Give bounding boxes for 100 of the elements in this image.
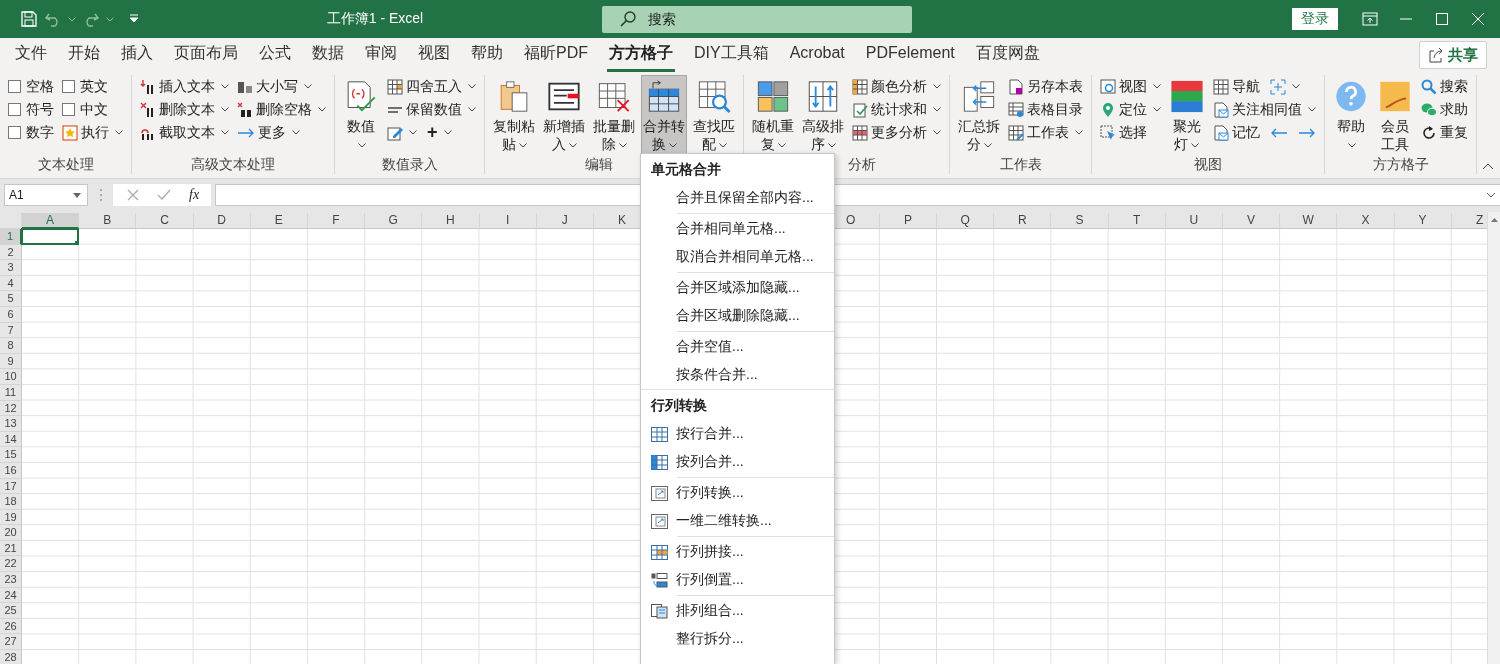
ribbon-tab[interactable]: 开始 bbox=[66, 38, 102, 72]
ribbon-large-button[interactable]: 批量删除 bbox=[591, 75, 637, 154]
ribbon-button[interactable]: 关注相同值 bbox=[1211, 98, 1318, 121]
ribbon-button[interactable]: 插入文本 bbox=[138, 75, 231, 98]
menu-item[interactable]: 合并区域删除隐藏... bbox=[641, 302, 834, 330]
menu-item[interactable]: 合并空值... bbox=[641, 333, 834, 361]
ribbon-button[interactable]: 另存本表 bbox=[1006, 75, 1085, 98]
ribbon-button[interactable]: 执行 bbox=[60, 121, 125, 144]
row-header[interactable]: 1 bbox=[0, 229, 22, 245]
ribbon-button[interactable]: 视图 bbox=[1098, 75, 1163, 98]
row-header[interactable]: 27 bbox=[0, 634, 22, 651]
row-header[interactable]: 8 bbox=[0, 338, 22, 354]
ribbon-button[interactable]: 截取文本 bbox=[138, 121, 231, 144]
ribbon-button[interactable]: 求助 bbox=[1419, 98, 1470, 121]
ribbon-tab[interactable]: PDFelement bbox=[863, 40, 957, 70]
column-header[interactable]: V bbox=[1222, 213, 1281, 229]
share-button[interactable]: 共享 bbox=[1419, 41, 1487, 69]
row-header[interactable]: 23 bbox=[0, 572, 22, 588]
row-header[interactable]: 25 bbox=[0, 603, 22, 619]
checkbox[interactable] bbox=[8, 126, 21, 139]
column-header[interactable]: F bbox=[307, 213, 366, 229]
column-header[interactable]: R bbox=[994, 213, 1052, 229]
row-header[interactable]: 13 bbox=[0, 416, 22, 432]
ribbon-button[interactable]: 工作表 bbox=[1006, 121, 1085, 144]
ribbon-large-button[interactable]: 合并转换 bbox=[641, 75, 687, 154]
column-header[interactable]: Y bbox=[1394, 213, 1452, 229]
ribbon-tab[interactable]: 百度网盘 bbox=[973, 38, 1042, 72]
ribbon-button[interactable]: 删除文本 bbox=[138, 98, 231, 121]
ribbon-large-button[interactable]: 数值 bbox=[341, 75, 381, 154]
row-header[interactable]: 5 bbox=[0, 291, 22, 307]
menu-item[interactable]: 合并且保留全部内容... bbox=[641, 184, 834, 212]
column-header[interactable]: E bbox=[250, 213, 308, 229]
menu-item[interactable]: 排列组合... bbox=[641, 597, 834, 625]
column-header[interactable]: B bbox=[79, 213, 137, 229]
column-header[interactable]: A bbox=[22, 213, 80, 229]
ribbon-button[interactable]: 搜索 bbox=[1419, 75, 1470, 98]
column-header[interactable]: I bbox=[479, 213, 537, 229]
ribbon-large-button[interactable]: 聚光灯 bbox=[1167, 75, 1207, 154]
ribbon-tab[interactable]: 视图 bbox=[416, 38, 452, 72]
menu-item[interactable]: 行列倒置... bbox=[641, 566, 834, 594]
ribbon-tab[interactable]: 公式 bbox=[257, 38, 293, 72]
menu-item[interactable]: 行列转换... bbox=[641, 479, 834, 507]
ribbon-button[interactable]: 大小写 bbox=[235, 75, 328, 98]
menu-item[interactable]: 按列合并... bbox=[641, 448, 834, 476]
checkbox[interactable] bbox=[8, 103, 21, 116]
row-header[interactable]: 28 bbox=[0, 650, 22, 664]
column-header[interactable]: T bbox=[1108, 213, 1166, 229]
column-header[interactable]: X bbox=[1337, 213, 1395, 229]
ribbon-large-button[interactable]: 复制粘贴 bbox=[491, 75, 537, 154]
ribbon-large-button[interactable]: 会员工具 bbox=[1375, 75, 1415, 154]
insert-function-button[interactable]: fx bbox=[189, 187, 200, 203]
column-header[interactable]: J bbox=[536, 213, 594, 229]
checkbox[interactable] bbox=[8, 80, 21, 93]
ribbon-button[interactable]: 重复 bbox=[1419, 121, 1470, 144]
ribbon-tab[interactable]: 插入 bbox=[119, 38, 155, 72]
ribbon-button[interactable]: 颜色分析 bbox=[850, 75, 943, 98]
ribbon-button[interactable]: 保留数值 bbox=[385, 98, 478, 121]
checkbox[interactable] bbox=[62, 103, 75, 116]
ribbon-large-button[interactable]: 随机重复 bbox=[750, 75, 796, 154]
checkbox-option[interactable]: 英文 bbox=[60, 75, 125, 98]
row-header[interactable]: 3 bbox=[0, 260, 22, 276]
column-header[interactable]: H bbox=[422, 213, 480, 229]
ribbon-large-button[interactable]: 汇总拆分 bbox=[956, 75, 1002, 154]
menu-item[interactable]: 行列拼接... bbox=[641, 538, 834, 566]
checkbox[interactable] bbox=[62, 80, 75, 93]
checkbox-option[interactable]: 空格 bbox=[6, 75, 56, 98]
checkbox-option[interactable]: 中文 bbox=[60, 98, 125, 121]
ribbon-tab[interactable]: 数据 bbox=[310, 38, 346, 72]
row-header[interactable]: 18 bbox=[0, 494, 22, 510]
menu-item[interactable]: 按行合并... bbox=[641, 420, 834, 448]
menu-item[interactable]: 按条件合并... bbox=[641, 361, 834, 389]
ribbon-button[interactable]: 表格目录 bbox=[1006, 98, 1085, 121]
checkbox-option[interactable]: 数字 bbox=[6, 121, 56, 144]
ribbon-button[interactable]: 选择 bbox=[1098, 121, 1163, 144]
ribbon-tab[interactable]: DIY工具箱 bbox=[692, 38, 771, 72]
name-box[interactable]: A1 bbox=[4, 184, 88, 206]
column-header[interactable]: U bbox=[1165, 213, 1223, 229]
column-header[interactable]: P bbox=[879, 213, 937, 229]
column-header[interactable]: D bbox=[193, 213, 251, 229]
ribbon-large-button[interactable]: 新增插入 bbox=[541, 75, 587, 154]
column-header[interactable]: S bbox=[1051, 213, 1109, 229]
column-header[interactable]: W bbox=[1280, 213, 1338, 229]
ribbon-button[interactable]: 删除空格 bbox=[235, 98, 328, 121]
row-header[interactable]: 22 bbox=[0, 556, 22, 573]
sign-in-button[interactable]: 登录 bbox=[1292, 8, 1338, 30]
column-header[interactable]: C bbox=[136, 213, 194, 229]
row-header[interactable]: 20 bbox=[0, 525, 22, 541]
menu-item[interactable]: 取消合并相同单元格... bbox=[641, 243, 834, 271]
ribbon-button[interactable]: 定位 bbox=[1098, 98, 1163, 121]
ribbon-large-button[interactable]: 帮助 bbox=[1331, 75, 1371, 154]
selected-cell[interactable] bbox=[21, 228, 80, 245]
menu-item[interactable]: 整行拆分... bbox=[641, 625, 834, 653]
add-button[interactable]: + bbox=[425, 121, 454, 144]
ribbon-tab[interactable]: Acrobat bbox=[787, 40, 847, 70]
ribbon-large-button[interactable]: 查找匹配 bbox=[691, 75, 737, 154]
column-header[interactable]: Q bbox=[937, 213, 995, 229]
ribbon-tab[interactable]: 页面布局 bbox=[172, 38, 240, 72]
ribbon-button[interactable]: 导航 bbox=[1211, 75, 1262, 98]
ribbon-button[interactable]: 更多 bbox=[235, 121, 328, 144]
column-header[interactable]: G bbox=[365, 213, 423, 229]
